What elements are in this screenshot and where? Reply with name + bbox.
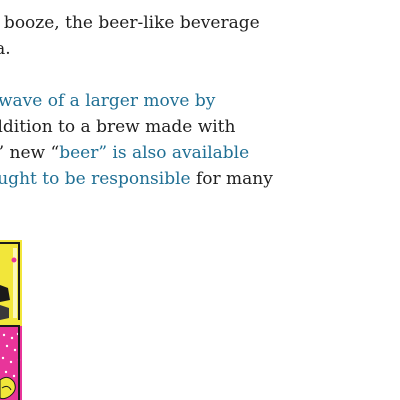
paragraph-2-line-1: wave of a larger move by [0,88,273,114]
beer-available-link[interactable]: beer” is also available [59,143,249,163]
paragraph-1-line-2: ana. [0,39,11,59]
paragraph-2-line-3: s’ new “beer” is also available [0,140,273,166]
responsible-link[interactable]: ought to be responsible [0,169,191,189]
paragraph-1-line-1: of booze, the beer-like beverage [0,13,260,33]
paragraph-2-line-2: ddition to a brew made with [0,117,236,137]
larger-move-link[interactable]: wave of a larger move by [0,91,215,111]
cartoon-illustration-image [0,240,22,400]
paragraph-2-line-4: ought to be responsible for many [0,166,273,192]
article-paragraph-1: of booze, the beer-like beverage ana. [0,10,260,62]
paragraph-2-line-3-text: s’ new “ [0,143,60,163]
paragraph-2-line-4-text: for many [190,169,273,189]
article-paragraph-2: wave of a larger move by ddition to a br… [0,88,273,192]
article-page: of booze, the beer-like beverage ana. wa… [0,0,400,400]
article-illustration [0,240,22,400]
